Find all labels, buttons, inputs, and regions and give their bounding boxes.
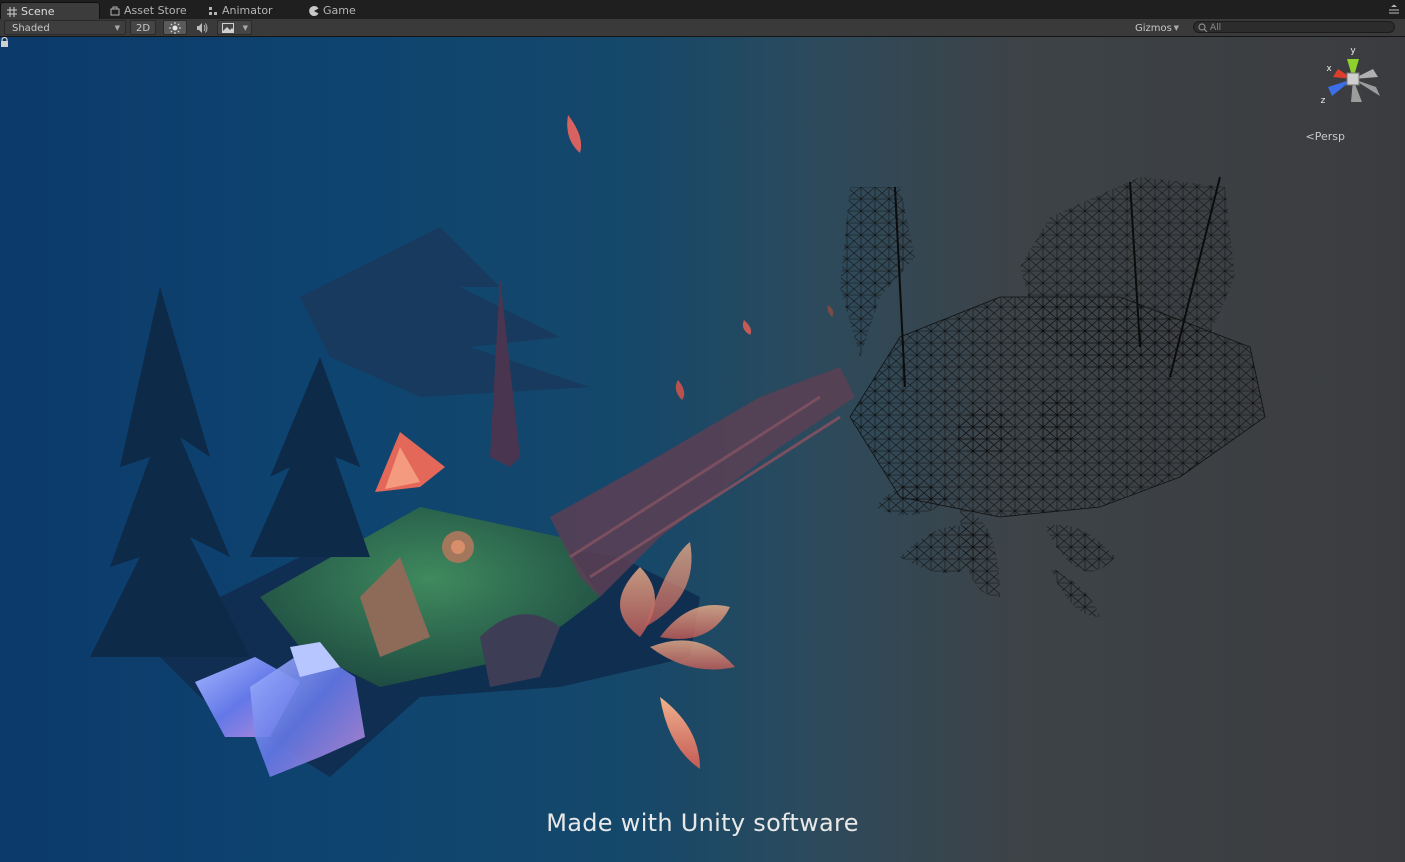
search-placeholder: All <box>1210 23 1222 33</box>
toggle-2d-label: 2D <box>135 23 151 34</box>
projection-label: Persp <box>1314 130 1345 143</box>
editor-tab-bar: Scene Asset Store Animator Game <box>0 0 1405 20</box>
unity-editor-window: Scene Asset Store Animator Game Shaded ▼… <box>0 0 1405 862</box>
bridge <box>550 367 855 597</box>
scene-effects-dropdown[interactable]: ▼ <box>217 20 252 35</box>
scene-viewport[interactable]: y x z <Persp Made with Unity software <box>0 37 1405 862</box>
z-axis-label: z <box>1321 96 1326 106</box>
pacman-icon <box>309 5 319 16</box>
projection-toggle[interactable]: <Persp <box>1306 130 1345 143</box>
tab-label: Animator <box>222 4 273 17</box>
sun-icon <box>169 22 181 34</box>
tent <box>375 432 445 492</box>
hierarchy-search-input[interactable]: All <box>1193 21 1395 33</box>
scene-audio-toggle[interactable] <box>190 20 214 35</box>
scene-lighting-toggle[interactable] <box>163 20 187 35</box>
tab-animator[interactable]: Animator <box>208 2 273 19</box>
image-icon <box>222 23 234 33</box>
campfire <box>442 531 474 563</box>
window-menu-icon[interactable] <box>1389 4 1399 14</box>
gizmo-center-cube[interactable] <box>1346 72 1360 86</box>
orientation-gizmo[interactable]: y x z <box>1318 44 1388 114</box>
chevron-down-icon: ▼ <box>242 24 248 32</box>
tab-scene[interactable]: Scene <box>0 2 100 20</box>
tab-label: Scene <box>21 5 55 18</box>
chevron-down-icon: ▼ <box>114 24 120 32</box>
toggle-2d-button[interactable]: 2D <box>130 20 156 35</box>
tab-label: Game <box>323 4 356 17</box>
speaker-icon <box>197 23 208 33</box>
shading-mode-label: Shaded <box>12 23 50 34</box>
x-axis-label: x <box>1326 64 1332 74</box>
gizmos-dropdown[interactable]: Gizmos ▼ <box>1131 20 1185 35</box>
store-icon <box>110 6 120 15</box>
tab-game[interactable]: Game <box>309 2 356 19</box>
chevron-down-icon: ▼ <box>1173 24 1179 32</box>
scene-render <box>90 115 1266 777</box>
y-axis-label: y <box>1350 46 1356 56</box>
scene-toolbar: Shaded ▼ 2D ▼ Gizmos ▼ All <box>0 19 1405 37</box>
shading-mode-dropdown[interactable]: Shaded ▼ <box>4 20 126 35</box>
chevron-left-icon: < <box>1305 130 1315 143</box>
tab-asset-store[interactable]: Asset Store <box>110 2 187 19</box>
grid-icon <box>7 6 17 17</box>
island-wireframe <box>840 176 1266 617</box>
lock-icon[interactable] <box>0 37 9 47</box>
search-icon <box>1198 23 1208 33</box>
unity-watermark: Made with Unity software <box>546 809 859 837</box>
animator-icon <box>209 6 217 15</box>
gizmos-label: Gizmos <box>1135 23 1172 34</box>
tab-label: Asset Store <box>124 4 187 17</box>
